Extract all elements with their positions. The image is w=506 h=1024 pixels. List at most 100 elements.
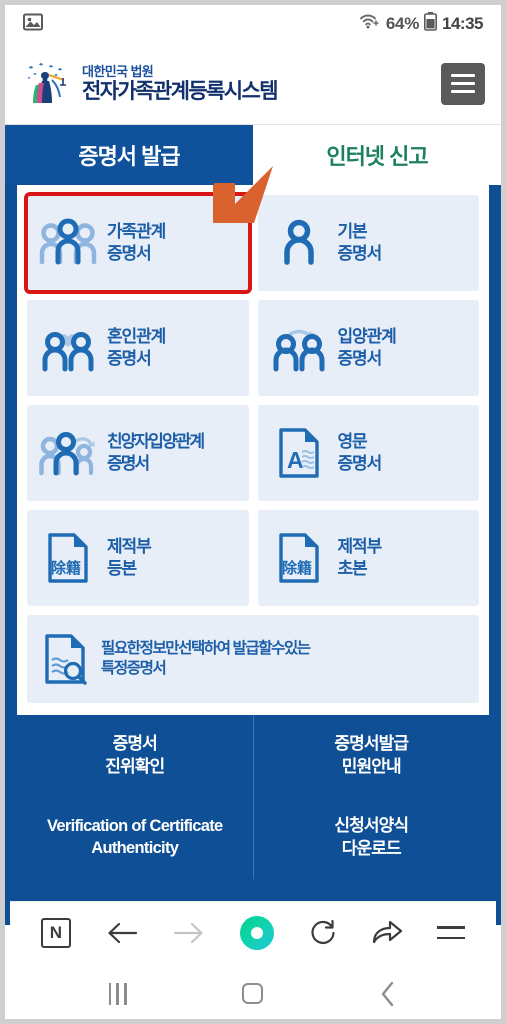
tile-label: 혼인관계 증명서: [107, 326, 166, 370]
tile-label: 기본 증명서: [337, 221, 383, 265]
tile-label: 영문 증명서: [337, 431, 383, 475]
share-icon: [373, 920, 403, 943]
battery-icon: [424, 12, 438, 36]
site-logo[interactable]: 대한민국 법원 전자가족관계등록시스템: [25, 60, 279, 108]
reload-icon: [311, 919, 335, 944]
battery-percent: 64%: [385, 14, 420, 33]
tile-label-line1: 입양관계: [337, 326, 397, 346]
menu-line: [437, 936, 466, 940]
certificate-grid: 가족관계 증명서 기본 증명서 혼인관계 증명서 입양관계 증명서 친양자입양관…: [24, 192, 479, 703]
link-line1: 증명서발급: [334, 734, 409, 753]
org-name-small: 대한민국 법원: [82, 64, 154, 79]
link-verification-english[interactable]: Verification of Certificate Authenticity: [17, 797, 253, 879]
tile-label: 필요한정보만선택하여 발급할수있는 특정증명서: [101, 639, 311, 679]
browser-reload-button[interactable]: [308, 918, 338, 948]
document-jejeok-icon: 除籍: [39, 530, 97, 586]
forward-arrow-icon: [174, 922, 203, 943]
back-arrow-icon: [107, 922, 137, 943]
menu-icon: [437, 925, 466, 940]
tile-removed-register-copy[interactable]: 除籍 제적부 등본: [27, 510, 249, 606]
back-icon: [382, 981, 394, 1006]
browser-share-button[interactable]: [371, 919, 403, 947]
tile-label-line1: 혼인관계: [107, 326, 166, 346]
home-icon: [242, 983, 264, 1004]
tile-label-line2: 증명서: [107, 454, 150, 473]
tile-label: 가족관계 증명서: [107, 221, 166, 265]
bottom-link-panel: 증명서 진위확인 증명서발급 민원안내 Verification of Cert…: [17, 715, 489, 925]
link-line2: Authenticity: [91, 839, 179, 858]
link-verification-korean[interactable]: 증명서 진위확인: [17, 715, 253, 797]
tile-label-line1: 필요한정보만선택하여 발급할수있는: [101, 639, 311, 657]
link-line2: 다운로드: [341, 838, 402, 858]
clock: 14:35: [442, 14, 483, 33]
tile-label-line2: 증명서: [107, 349, 152, 368]
browser-forward-button[interactable]: [172, 920, 206, 946]
tile-label-line2: 증명서: [337, 349, 383, 368]
family-arrow-icon: [39, 425, 97, 481]
tile-adoption-relation-certificate[interactable]: 입양관계 증명서: [257, 300, 479, 396]
menu-line: [451, 74, 475, 77]
content-area: 가족관계 증명서 기본 증명서 혼인관계 증명서 입양관계 증명서 친양자입양관…: [5, 185, 501, 925]
page-title: 전자가족관계등록시스템: [82, 80, 279, 103]
svg-text:A: A: [287, 447, 304, 473]
browser-toolbar: N: [10, 901, 496, 963]
couple-heart-icon: [39, 320, 97, 376]
tile-specific-certificate[interactable]: 필요한정보만선택하여 발급할수있는 특정증명서: [27, 615, 479, 703]
android-recents-button[interactable]: [88, 974, 148, 1014]
single-person-icon: [270, 215, 328, 271]
wifi-icon: [359, 13, 381, 35]
whale-home-icon: [239, 915, 274, 950]
korean-court-logo-icon: [25, 60, 73, 108]
document-jejeok-icon: 除籍: [270, 530, 328, 586]
recents-line: [123, 982, 127, 1005]
recents-line: [108, 982, 112, 1005]
link-line1: Verification of Certificate: [47, 816, 223, 835]
tile-label-line1: 친양자입양관계: [107, 431, 205, 451]
tile-label-line1: 영문: [337, 431, 368, 451]
menu-line: [451, 82, 475, 85]
menu-line: [451, 90, 475, 93]
document-search-icon: [39, 631, 91, 687]
tile-label: 입양관계 증명서: [337, 326, 397, 370]
tile-family-relation-certificate[interactable]: 가족관계 증명서: [24, 192, 252, 294]
recents-line: [116, 982, 119, 1005]
tab-certificate-issue[interactable]: 증명서 발급: [5, 125, 253, 185]
tile-marriage-relation-certificate[interactable]: 혼인관계 증명서: [27, 300, 249, 396]
svg-text:除籍: 除籍: [51, 559, 81, 577]
android-back-button[interactable]: [358, 974, 418, 1014]
link-issue-guide[interactable]: 증명서발급 민원안내: [252, 715, 490, 797]
tile-label-line2: 초본: [337, 559, 368, 578]
image-icon: [23, 13, 43, 36]
site-header: 대한민국 법원 전자가족관계등록시스템: [5, 43, 501, 125]
tile-label: 제적부 초본: [337, 536, 383, 580]
link-line1: 신청서양식: [334, 815, 409, 835]
hamburger-menu-icon[interactable]: [441, 62, 485, 105]
browser-home-button[interactable]: [239, 915, 274, 950]
tile-label-line2: 등본: [107, 559, 137, 578]
tile-label-line2: 증명서: [337, 244, 383, 263]
naver-n-icon: N: [40, 917, 71, 948]
browser-menu-button[interactable]: [437, 925, 466, 940]
tile-english-certificate[interactable]: A 영문 증명서: [257, 405, 479, 501]
bottom-link-row: 증명서 진위확인 증명서발급 민원안내: [17, 715, 489, 797]
tile-label-line1: 제적부: [337, 536, 383, 556]
site-title-block: 대한민국 법원 전자가족관계등록시스템: [82, 64, 279, 103]
recents-icon: [108, 982, 127, 1005]
browser-back-button[interactable]: [105, 920, 139, 946]
link-form-download[interactable]: 신청서양식 다운로드: [252, 796, 490, 879]
tile-full-adoption-relation-certificate[interactable]: 친양자입양관계 증명서: [27, 405, 249, 501]
tab-internet-report[interactable]: 인터넷 신고: [253, 125, 501, 185]
tile-removed-register-abstract[interactable]: 除籍 제적부 초본: [257, 510, 479, 606]
tile-label-line2: 특정증명서: [101, 660, 167, 677]
couple-arrow-icon: [270, 320, 328, 376]
link-line2: 진위확인: [105, 756, 165, 776]
naver-logo-button[interactable]: N: [40, 917, 71, 948]
android-home-button[interactable]: [223, 974, 283, 1014]
phone-screen: 64% 14:35 대한민국 법원 전자가족관계등록시스템 증명서 발급 인터넷…: [0, 0, 506, 1024]
tile-basic-certificate[interactable]: 기본 증명서: [257, 195, 479, 291]
status-bar-left: [23, 13, 43, 36]
bottom-link-row: Verification of Certificate Authenticity…: [17, 796, 490, 879]
android-nav-bar: [10, 963, 496, 1019]
svg-text:除籍: 除籍: [282, 559, 312, 577]
tile-label-line2: 증명서: [337, 454, 383, 473]
